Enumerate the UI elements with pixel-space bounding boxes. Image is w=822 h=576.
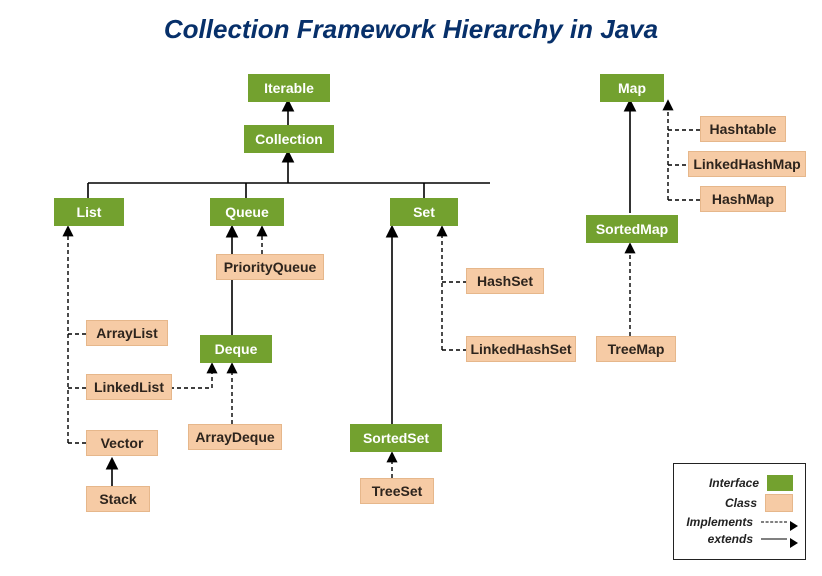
node-priorityqueue: PriorityQueue — [216, 254, 324, 280]
node-hashset: HashSet — [466, 268, 544, 294]
node-hashmap: HashMap — [700, 186, 786, 212]
node-arraydeque: ArrayDeque — [188, 424, 282, 450]
legend-implements-arrow-icon — [761, 515, 793, 529]
node-vector: Vector — [86, 430, 158, 456]
node-treemap: TreeMap — [596, 336, 676, 362]
legend-class-swatch — [765, 494, 793, 512]
node-iterable: Iterable — [248, 74, 330, 102]
legend: Interface Class Implements extends — [673, 463, 806, 560]
node-arraylist: ArrayList — [86, 320, 168, 346]
node-queue: Queue — [210, 198, 284, 226]
node-sortedmap: SortedMap — [586, 215, 678, 243]
legend-extends-arrow-icon — [761, 532, 793, 546]
node-hashtable: Hashtable — [700, 116, 786, 142]
legend-interface-swatch — [767, 475, 793, 491]
node-linkedhashset: LinkedHashSet — [466, 336, 576, 362]
node-stack: Stack — [86, 486, 150, 512]
legend-extends-label: extends — [708, 532, 753, 546]
legend-implements-label: Implements — [686, 515, 753, 529]
legend-interface-label: Interface — [709, 476, 759, 490]
node-collection: Collection — [244, 125, 334, 153]
legend-class-label: Class — [725, 496, 757, 510]
node-map: Map — [600, 74, 664, 102]
node-deque: Deque — [200, 335, 272, 363]
diagram-title: Collection Framework Hierarchy in Java — [0, 14, 822, 45]
diagram-canvas: Collection Framework Hierarchy in Java — [0, 0, 822, 576]
node-treeset: TreeSet — [360, 478, 434, 504]
node-sortedset: SortedSet — [350, 424, 442, 452]
node-set: Set — [390, 198, 458, 226]
node-linkedhashmap: LinkedHashMap — [688, 151, 806, 177]
node-list: List — [54, 198, 124, 226]
node-linkedlist: LinkedList — [86, 374, 172, 400]
